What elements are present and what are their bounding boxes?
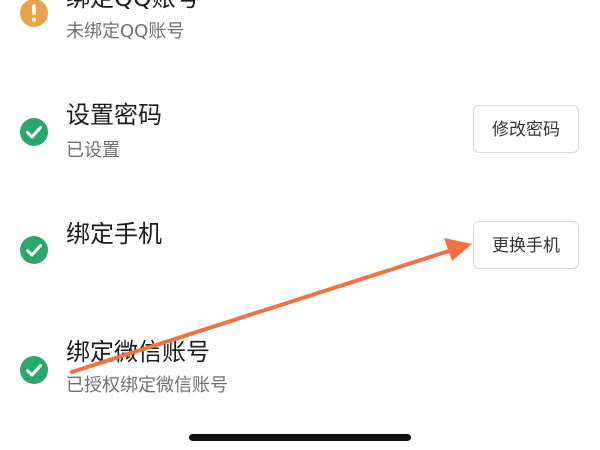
home-indicator[interactable]	[189, 434, 411, 441]
row-subtitle: 已授权绑定微信账号	[66, 375, 228, 396]
row-bind-qq[interactable]: 绑定QQ账号 未绑定QQ账号	[0, 0, 600, 60]
row-bind-wechat[interactable]: 绑定微信账号 已授权绑定微信账号	[0, 330, 600, 405]
row-title: 绑定手机	[66, 220, 162, 248]
check-icon	[19, 117, 49, 147]
row-bind-phone: 绑定手机 更换手机	[0, 210, 600, 285]
row-title: 设置密码	[66, 101, 162, 129]
row-subtitle: 已设置	[66, 140, 120, 161]
account-security-page: 绑定QQ账号 未绑定QQ账号 设置密码 已设置 修改密码 绑定手机 更换手机	[0, 0, 600, 450]
check-icon	[19, 235, 49, 265]
row-title: 绑定QQ账号	[66, 0, 200, 13]
warning-icon	[19, 0, 49, 28]
row-title: 绑定微信账号	[66, 338, 210, 366]
check-icon	[19, 355, 49, 385]
change-phone-button[interactable]: 更换手机	[473, 221, 579, 269]
row-set-password: 设置密码 已设置 修改密码	[0, 95, 600, 170]
row-subtitle: 未绑定QQ账号	[66, 21, 185, 42]
change-password-button[interactable]: 修改密码	[473, 105, 579, 153]
